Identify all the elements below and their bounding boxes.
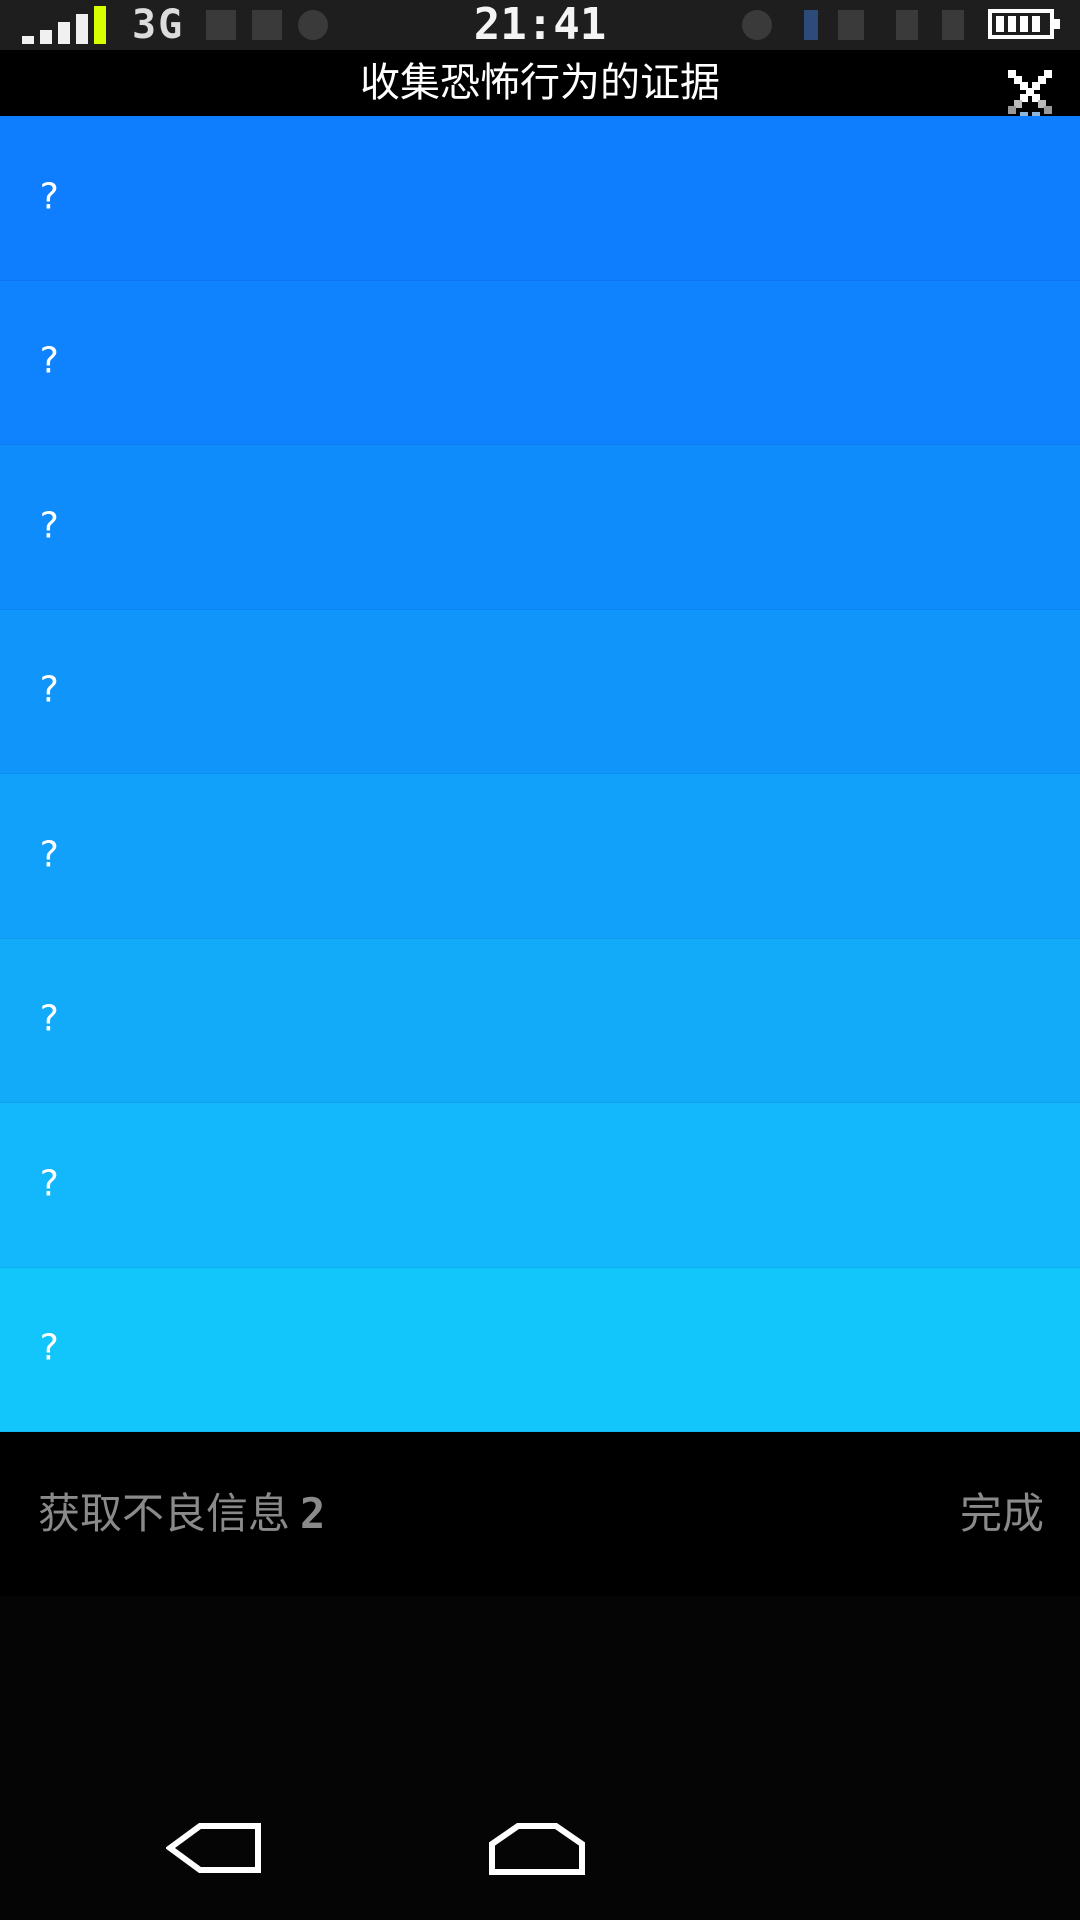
evidence-item[interactable]: ? [0,116,1080,281]
status-icon [942,10,964,40]
status-bar: 3G 21:41 [0,0,1080,50]
home-button[interactable] [488,1818,586,1876]
evidence-item[interactable]: ? [0,445,1080,610]
evidence-item[interactable]: ? [0,774,1080,939]
evidence-label: ? [38,176,60,218]
back-button[interactable] [164,1822,262,1874]
evidence-item[interactable]: ? [0,609,1080,774]
page-title: 收集恐怖行为的证据 [360,60,720,106]
back-icon [164,1823,261,1873]
evidence-label: ? [38,998,60,1040]
evidence-item[interactable]: ? [0,280,1080,445]
status-icon [838,10,864,40]
evidence-label: ? [38,669,60,711]
home-icon [489,1823,585,1875]
collected-info: 获取不良信息 2 [38,1432,325,1596]
status-icon [896,10,918,40]
status-icon [742,10,772,40]
evidence-label: ? [38,1163,60,1205]
info-bar: 获取不良信息 2 完成 [0,1432,1080,1596]
evidence-item[interactable]: ? [0,938,1080,1103]
clock: 21:41 [473,0,607,50]
evidence-item[interactable]: ? [0,1267,1080,1432]
evidence-label: ? [38,505,60,547]
evidence-label: ? [38,1327,60,1369]
battery-icon [988,9,1060,39]
status-icon [804,10,818,40]
screen: 3G 21:41 收集恐怖行为的证据 ? ? ? ? ? ? ? ? 获取不良信… [0,0,1080,1920]
evidence-label: ? [38,340,60,382]
collected-count: 2 [300,1489,326,1538]
title-bar: 收集恐怖行为的证据 [0,50,1080,128]
evidence-item[interactable]: ? [0,1103,1080,1268]
navigation-bar [0,1596,1080,1920]
evidence-list: ? ? ? ? ? ? ? ? [0,116,1080,1432]
evidence-label: ? [38,834,60,876]
collected-info-label: 获取不良信息 [38,1489,291,1538]
done-button[interactable]: 完成 [960,1432,1044,1596]
